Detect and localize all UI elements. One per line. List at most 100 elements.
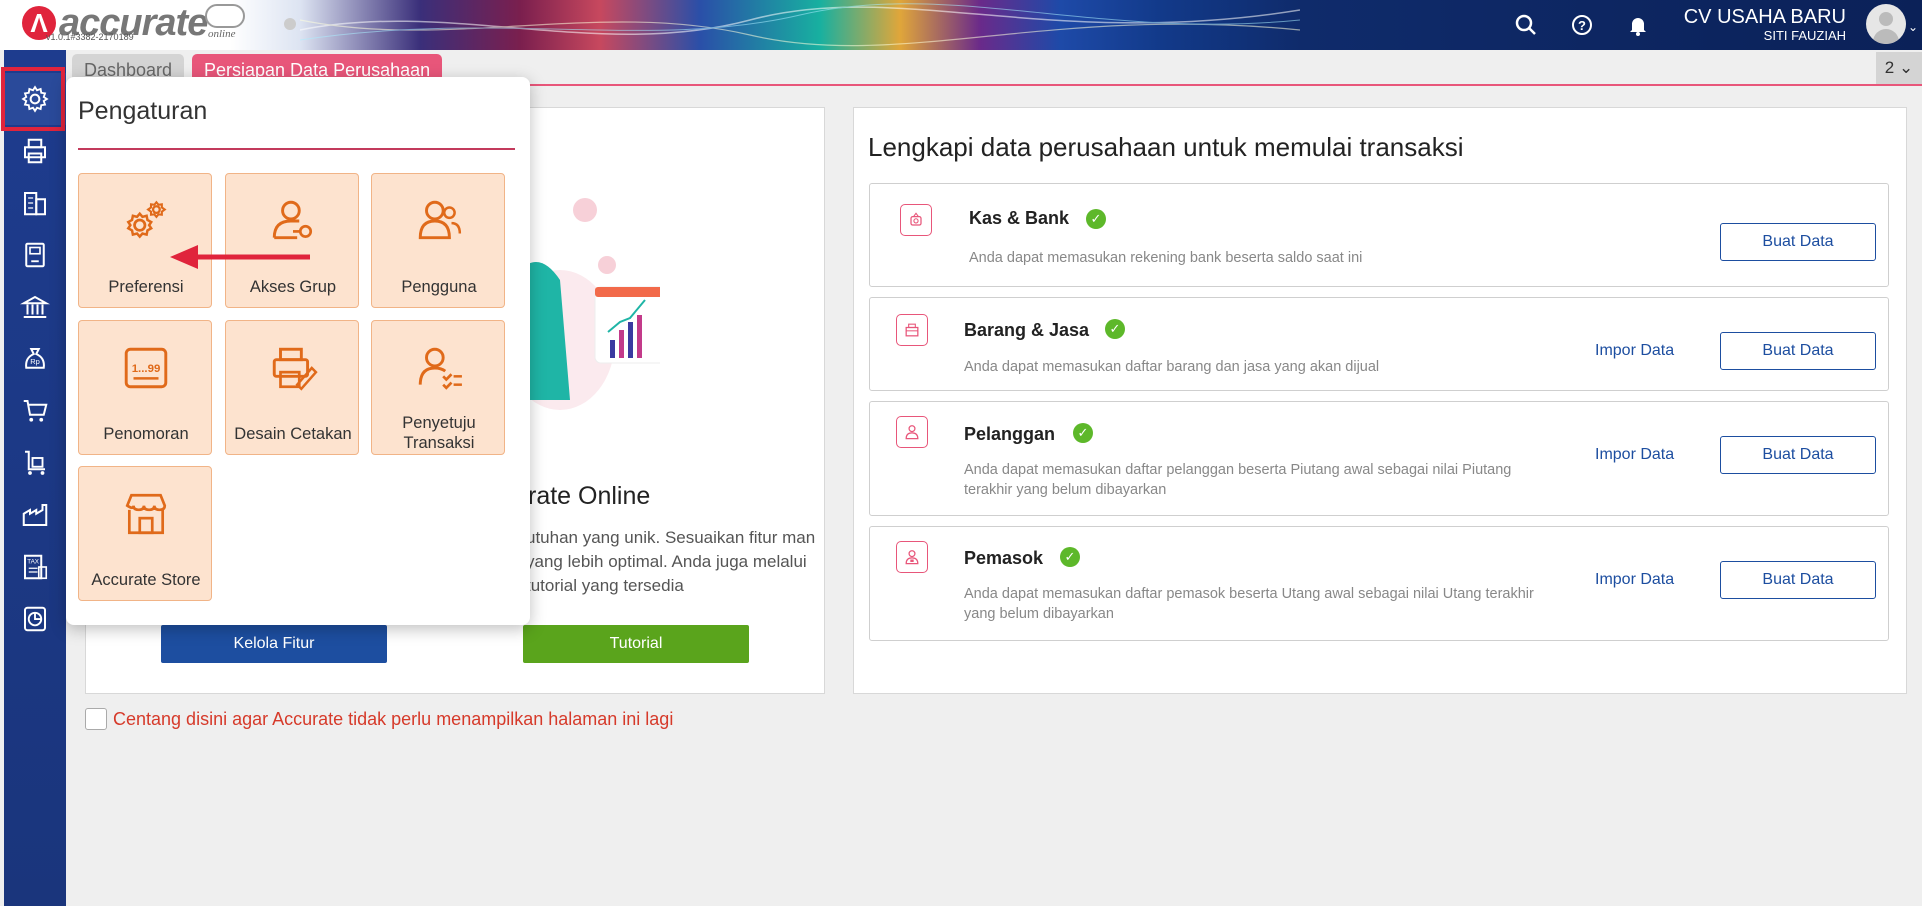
setup-row-title: Pemasok: [964, 548, 1044, 568]
buat-data-button[interactable]: Buat Data: [1720, 332, 1876, 370]
print-design-icon: [272, 347, 318, 391]
impor-data-link[interactable]: Impor Data: [1595, 342, 1674, 360]
svg-text:Rp: Rp: [30, 357, 40, 366]
tile-penomoran[interactable]: 1...99 Penomoran: [78, 320, 212, 455]
tile-label: Penyetuju Transaksi: [402, 414, 476, 452]
avatar[interactable]: [1866, 4, 1906, 44]
setup-row-desc: Anda dapat memasukan daftar pelanggan be…: [964, 462, 1512, 498]
kelola-fitur-button[interactable]: Kelola Fitur: [161, 625, 387, 663]
tile-akses-grup[interactable]: Akses Grup: [225, 173, 359, 308]
cloud-icon: [205, 4, 245, 28]
impor-data-link[interactable]: Impor Data: [1595, 571, 1674, 589]
svg-text:?: ?: [1578, 18, 1586, 33]
setup-row-desc: Anda dapat memasukan rekening bank beser…: [969, 250, 1363, 266]
dont-show-checkbox[interactable]: [85, 708, 107, 730]
top-header: Λ accurate v1.0.1#3382-2170189 online ? …: [0, 0, 1922, 50]
user-key-icon: [272, 200, 313, 240]
setup-row-desc: Anda dapat memasukan daftar pemasok bese…: [964, 586, 1534, 622]
gears-icon: [126, 200, 167, 239]
tile-penyetuju-transaksi[interactable]: Penyetuju Transaksi: [371, 320, 505, 455]
logo-online-text: online: [208, 28, 236, 40]
building-icon: [24, 192, 46, 216]
money-bag-icon: Rp: [25, 348, 45, 369]
feature-card-title: rate Online: [528, 482, 651, 510]
feature-card-desc: utuhan yang unik. Sesuaikan fitur man ya…: [526, 528, 816, 595]
tile-preferensi[interactable]: Preferensi: [78, 173, 212, 308]
buat-data-button[interactable]: Buat Data: [1720, 561, 1876, 599]
tile-desain-cetakan[interactable]: Desain Cetakan: [225, 320, 359, 455]
setup-row-pemasok: Pemasok ✓ Anda dapat memasukan daftar pe…: [869, 526, 1889, 641]
users-icon: [418, 200, 462, 240]
bell-icon[interactable]: [1625, 12, 1651, 38]
setup-row-barang-jasa: Barang & Jasa ✓ Anda dapat memasukan daf…: [869, 297, 1889, 391]
setup-row-title: Barang & Jasa: [964, 320, 1090, 340]
factory-icon: [22, 504, 48, 526]
tile-label: Akses Grup: [249, 278, 337, 296]
search-icon[interactable]: [1513, 12, 1539, 38]
goods-box-icon: [896, 314, 928, 346]
sidebar: Rp TAX: [4, 50, 66, 906]
store-icon: [125, 493, 167, 535]
tutorial-button[interactable]: Tutorial: [523, 625, 749, 663]
version-text: v1.0.1#3382-2170189: [46, 32, 134, 42]
customer-icon: [896, 416, 928, 448]
tax-icon: TAX: [24, 554, 48, 580]
check-icon: ✓: [1073, 423, 1093, 443]
tile-label: Desain Cetakan: [234, 425, 352, 443]
cart-icon: [23, 400, 48, 422]
check-icon: ✓: [1105, 319, 1125, 339]
setup-row-title: Pelanggan: [964, 424, 1056, 444]
tile-accurate-store[interactable]: Accurate Store: [78, 466, 212, 601]
tile-label: Preferensi: [108, 278, 184, 296]
supplier-icon: [896, 541, 928, 573]
popup-title: Pengaturan: [78, 97, 208, 125]
book-icon: [25, 242, 45, 268]
setup-card-title: Lengkapi data perusahaan untuk memulai t…: [868, 132, 1464, 162]
buat-data-button[interactable]: Buat Data: [1720, 436, 1876, 474]
help-icon[interactable]: ?: [1569, 12, 1595, 38]
dont-show-again[interactable]: Centang disini agar Accurate tidak perlu…: [85, 708, 673, 730]
sidebar-item-cash[interactable]: Rp: [4, 333, 66, 385]
settings-popup: Pengaturan Preferensi Akses Grup Penggun…: [66, 77, 530, 625]
dont-show-label: Centang disini agar Accurate tidak perlu…: [113, 708, 674, 729]
sidebar-item-company[interactable]: [4, 177, 66, 229]
setup-row-desc: Anda dapat memasukan daftar barang dan j…: [964, 359, 1380, 375]
user-check-icon: [418, 347, 462, 390]
header-wave-decoration: [300, 3, 1300, 47]
tile-label: Pengguna: [401, 278, 477, 296]
trolley-icon: [25, 450, 45, 475]
company-name: CV USAHA BARU: [1683, 6, 1846, 28]
check-icon: ✓: [1086, 209, 1106, 229]
setup-row-kas-bank: Kas & Bank ✓ Anda dapat memasukan rekeni…: [869, 183, 1889, 287]
tile-pengguna[interactable]: Pengguna: [371, 173, 505, 308]
popup-divider: [78, 148, 515, 150]
impor-data-link[interactable]: Impor Data: [1595, 446, 1674, 464]
sidebar-item-report[interactable]: [4, 593, 66, 645]
buat-data-button[interactable]: Buat Data: [1720, 223, 1876, 261]
sidebar-item-purchase[interactable]: [4, 437, 66, 489]
annotation-arrow-icon: [170, 245, 310, 269]
chevron-down-icon[interactable]: ⌄: [1908, 20, 1918, 34]
svg-text:TAX: TAX: [27, 558, 40, 565]
sidebar-item-bank[interactable]: [4, 281, 66, 333]
tile-label: Penomoran: [103, 425, 189, 443]
sidebar-item-sales[interactable]: [4, 385, 66, 437]
numbering-glyph: 1...99: [132, 363, 161, 375]
sidebar-item-inventory[interactable]: [4, 489, 66, 541]
sidebar-item-tax[interactable]: TAX: [4, 541, 66, 593]
user-name: SITI FAUZIAH: [1763, 28, 1846, 43]
tab-count-dropdown[interactable]: 2 ⌄: [1876, 52, 1922, 84]
company-info[interactable]: CV USAHA BARU SITI FAUZIAH: [1684, 6, 1846, 44]
sidebar-item-printer[interactable]: [4, 125, 66, 177]
check-icon: ✓: [1060, 547, 1080, 567]
cash-bank-icon: [900, 204, 932, 236]
bank-icon: [20, 295, 50, 318]
tile-label: Accurate Store: [91, 571, 201, 589]
sidebar-item-ledger[interactable]: [4, 229, 66, 281]
report-icon: [24, 606, 46, 632]
status-dot: [284, 18, 296, 30]
printer-icon: [24, 138, 46, 164]
tab-count: 2: [1884, 58, 1895, 77]
settings-highlight-box: [1, 67, 65, 131]
setup-row-title: Kas & Bank: [969, 208, 1070, 228]
